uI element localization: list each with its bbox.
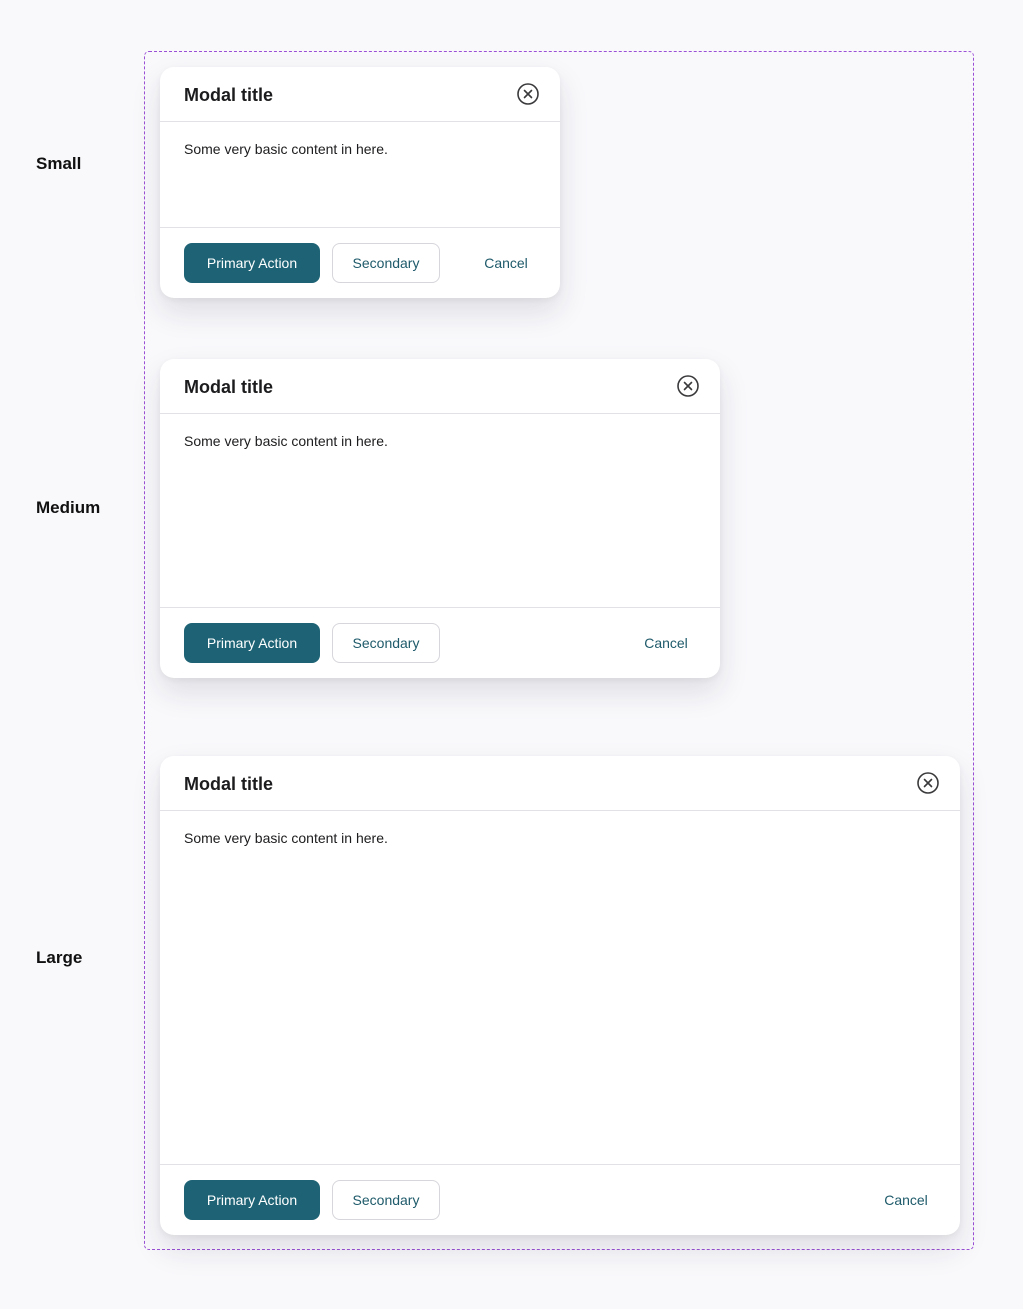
modal-small: Modal title Some very basic content in h… — [160, 67, 560, 298]
cancel-button[interactable]: Cancel — [468, 243, 544, 283]
close-button[interactable] — [677, 375, 699, 397]
modal-medium: Modal title Some very basic content in h… — [160, 359, 720, 678]
modal-body-text: Some very basic content in here. — [184, 830, 388, 846]
modal-footer: Primary Action Secondary Cancel — [160, 608, 720, 678]
secondary-button[interactable]: Secondary — [332, 243, 440, 283]
primary-action-button[interactable]: Primary Action — [184, 1180, 320, 1220]
close-button[interactable] — [517, 83, 539, 105]
modal-body: Some very basic content in here. — [160, 414, 720, 608]
modal-title: Modal title — [184, 377, 273, 397]
size-label-small: Small — [36, 154, 82, 173]
modal-title: Modal title — [184, 85, 273, 105]
close-circle-icon — [677, 375, 699, 397]
modal-title: Modal title — [184, 774, 273, 794]
secondary-button[interactable]: Secondary — [332, 1180, 440, 1220]
close-button[interactable] — [917, 772, 939, 794]
modal-body: Some very basic content in here. — [160, 122, 560, 228]
modal-body: Some very basic content in here. — [160, 811, 960, 1165]
primary-action-button[interactable]: Primary Action — [184, 243, 320, 283]
modal-footer: Primary Action Secondary Cancel — [160, 228, 560, 298]
modal-header: Modal title — [160, 67, 560, 122]
modal-body-text: Some very basic content in here. — [184, 141, 388, 157]
close-circle-icon — [917, 772, 939, 794]
size-label-medium: Medium — [36, 498, 101, 517]
modal-header: Modal title — [160, 359, 720, 414]
cancel-button[interactable]: Cancel — [868, 1180, 944, 1220]
secondary-button[interactable]: Secondary — [332, 623, 440, 663]
primary-action-button[interactable]: Primary Action — [184, 623, 320, 663]
modal-header: Modal title — [160, 756, 960, 811]
cancel-button[interactable]: Cancel — [628, 623, 704, 663]
modal-body-text: Some very basic content in here. — [184, 433, 388, 449]
close-circle-icon — [517, 83, 539, 105]
size-label-large: Large — [36, 948, 83, 967]
modal-footer: Primary Action Secondary Cancel — [160, 1165, 960, 1235]
modal-large: Modal title Some very basic content in h… — [160, 756, 960, 1235]
